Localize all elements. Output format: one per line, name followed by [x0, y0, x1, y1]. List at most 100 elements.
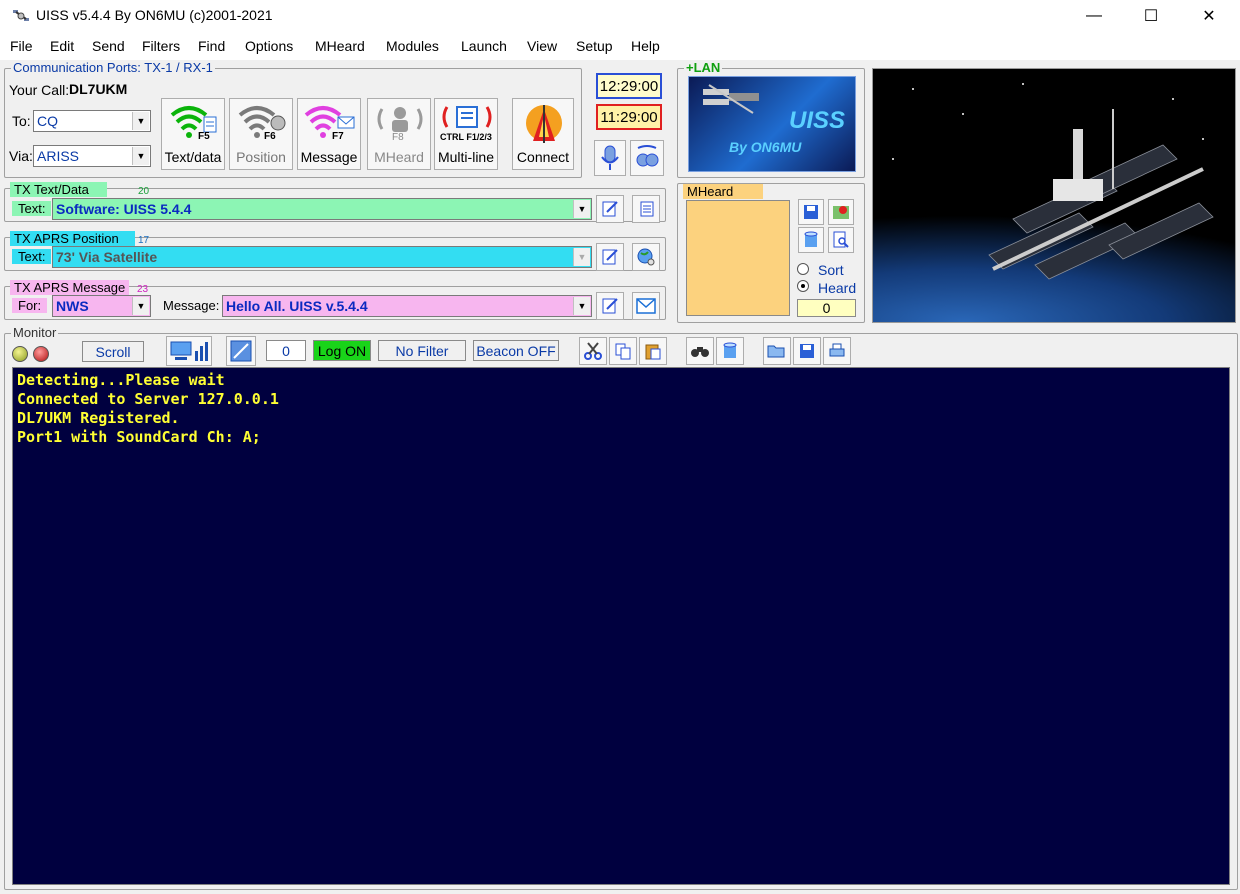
folder-open-icon [767, 345, 785, 358]
menu-help[interactable]: Help [631, 38, 660, 54]
sort-radio[interactable] [797, 263, 809, 275]
edit-message-button[interactable] [596, 292, 624, 320]
heard-radio-label: Heard [818, 280, 857, 296]
menu-edit[interactable]: Edit [50, 38, 74, 54]
position-map-button[interactable] [632, 243, 660, 271]
microphone-button[interactable] [594, 140, 626, 176]
tx-position-count: 17 [138, 235, 150, 246]
monitor-bars-icon [170, 341, 208, 361]
text-data-button[interactable]: F5 Text/data [161, 98, 225, 170]
tx-for-value: NWS [56, 298, 89, 314]
database-icon [723, 342, 737, 358]
chevron-down-icon[interactable]: ▼ [132, 147, 149, 165]
menu-modules[interactable]: Modules [386, 38, 439, 54]
save-button[interactable] [793, 337, 821, 365]
position-button[interactable]: F6 Position [229, 98, 293, 170]
copy-button[interactable] [609, 337, 637, 365]
scroll-toggle[interactable]: Scroll [82, 341, 144, 362]
print-button[interactable] [823, 337, 851, 365]
database-icon [804, 231, 818, 247]
send-message-button[interactable] [632, 292, 660, 320]
microphone-icon [601, 145, 619, 170]
menu-filters[interactable]: Filters [142, 38, 180, 54]
utc-clock: 12:29:00 [596, 73, 662, 99]
menu-setup[interactable]: Setup [576, 38, 613, 54]
close-button[interactable]: ✕ [1180, 0, 1238, 32]
mheard-find-button[interactable] [828, 227, 854, 253]
paste-button[interactable] [639, 337, 667, 365]
filter-toggle[interactable]: No Filter [378, 340, 466, 361]
edit-position-button[interactable] [596, 243, 624, 271]
monitor-window-button[interactable] [226, 336, 256, 366]
tx-position-combo[interactable]: 73' Via Satellite ▼ [52, 246, 592, 268]
menu-bar: File Edit Send Filters Find Options MHea… [0, 32, 1240, 60]
multiline-button[interactable]: CTRL F1/2/3 Multi-line [434, 98, 498, 170]
menu-launch[interactable]: Launch [461, 38, 507, 54]
connect-tower-icon [526, 105, 562, 143]
mheard-save-button[interactable] [798, 199, 824, 225]
menu-find[interactable]: Find [198, 38, 225, 54]
satellite-audio-icon [636, 145, 659, 167]
tx-text-combo[interactable]: Software: UISS 5.4.4 ▼ [52, 198, 592, 220]
binoculars-icon [691, 347, 709, 357]
title-bar: UISS v5.4.4 By ON6MU (c)2001-2021 — ☐ ✕ [0, 0, 1240, 32]
beacon-toggle[interactable]: Beacon OFF [473, 340, 559, 361]
menu-send[interactable]: Send [92, 38, 125, 54]
maximize-button[interactable]: ☐ [1122, 0, 1180, 32]
status-led-yellow-icon [12, 346, 28, 362]
tx-text-count: 20 [138, 186, 150, 197]
mheard-database-button[interactable] [798, 227, 824, 253]
mheard-map-button[interactable] [828, 199, 854, 225]
minimize-button[interactable]: — [1065, 0, 1123, 32]
message-button[interactable]: F7 Message [297, 98, 361, 170]
mheard-label: MHeard [374, 149, 424, 165]
menu-options[interactable]: Options [245, 38, 293, 54]
app-satellite-icon [13, 10, 29, 21]
menu-file[interactable]: File [10, 38, 33, 54]
via-combo[interactable]: ARISS ▼ [33, 145, 151, 167]
chevron-down-icon[interactable]: ▼ [573, 248, 590, 266]
expand-window-icon [230, 340, 252, 362]
text-list-button[interactable] [632, 195, 660, 223]
via-combo-value: ARISS [37, 148, 80, 164]
uiss-logo: UISS By ON6MU [688, 76, 856, 172]
message-label: Message [300, 149, 358, 165]
sort-radio-label: Sort [818, 262, 844, 278]
menu-view[interactable]: View [527, 38, 557, 54]
logo-title: UISS [788, 107, 845, 134]
open-button[interactable] [763, 337, 791, 365]
edit-text-button[interactable] [596, 195, 624, 223]
f6-key-label: F6 [264, 131, 276, 142]
your-call-label: Your Call: [9, 82, 70, 98]
copy-icon [615, 343, 631, 360]
globe-icon [637, 248, 655, 266]
mheard-button[interactable]: F8 MHeard [367, 98, 431, 170]
menu-mheard[interactable]: MHeard [315, 38, 365, 54]
log-on-toggle[interactable]: Log ON [313, 340, 371, 361]
mheard-list[interactable] [686, 200, 790, 316]
edit-note-icon [602, 201, 618, 217]
tx-position-value: 73' Via Satellite [56, 249, 158, 265]
chevron-down-icon[interactable]: ▼ [132, 297, 149, 315]
chevron-down-icon[interactable]: ▼ [132, 112, 149, 130]
comm-ports-title: Communication Ports: TX-1 / RX-1 [11, 60, 215, 75]
tx-for-combo[interactable]: NWS ▼ [52, 295, 151, 317]
connect-button[interactable]: Connect [512, 98, 574, 170]
monitor-database-button[interactable] [716, 337, 744, 365]
tx-message-combo[interactable]: Hello All. UISS v.5.4.4 ▼ [222, 295, 592, 317]
chevron-down-icon[interactable]: ▼ [573, 200, 590, 218]
f7-key-label: F7 [332, 131, 344, 142]
space-station-icon [892, 83, 1214, 280]
console-line: Detecting...Please wait [17, 371, 225, 389]
audio-settings-button[interactable] [630, 140, 664, 176]
floppy-icon [800, 344, 814, 358]
to-combo[interactable]: CQ ▼ [33, 110, 151, 132]
chevron-down-icon[interactable]: ▼ [573, 297, 590, 315]
heard-radio[interactable] [797, 280, 809, 292]
edit-note-icon [602, 249, 618, 265]
cut-button[interactable] [579, 337, 607, 365]
find-button[interactable] [686, 337, 714, 365]
local-clock: 11:29:00 [596, 104, 662, 130]
monitor-stats-button[interactable] [166, 336, 212, 366]
monitor-console[interactable]: Detecting...Please wait Connected to Ser… [12, 367, 1230, 885]
